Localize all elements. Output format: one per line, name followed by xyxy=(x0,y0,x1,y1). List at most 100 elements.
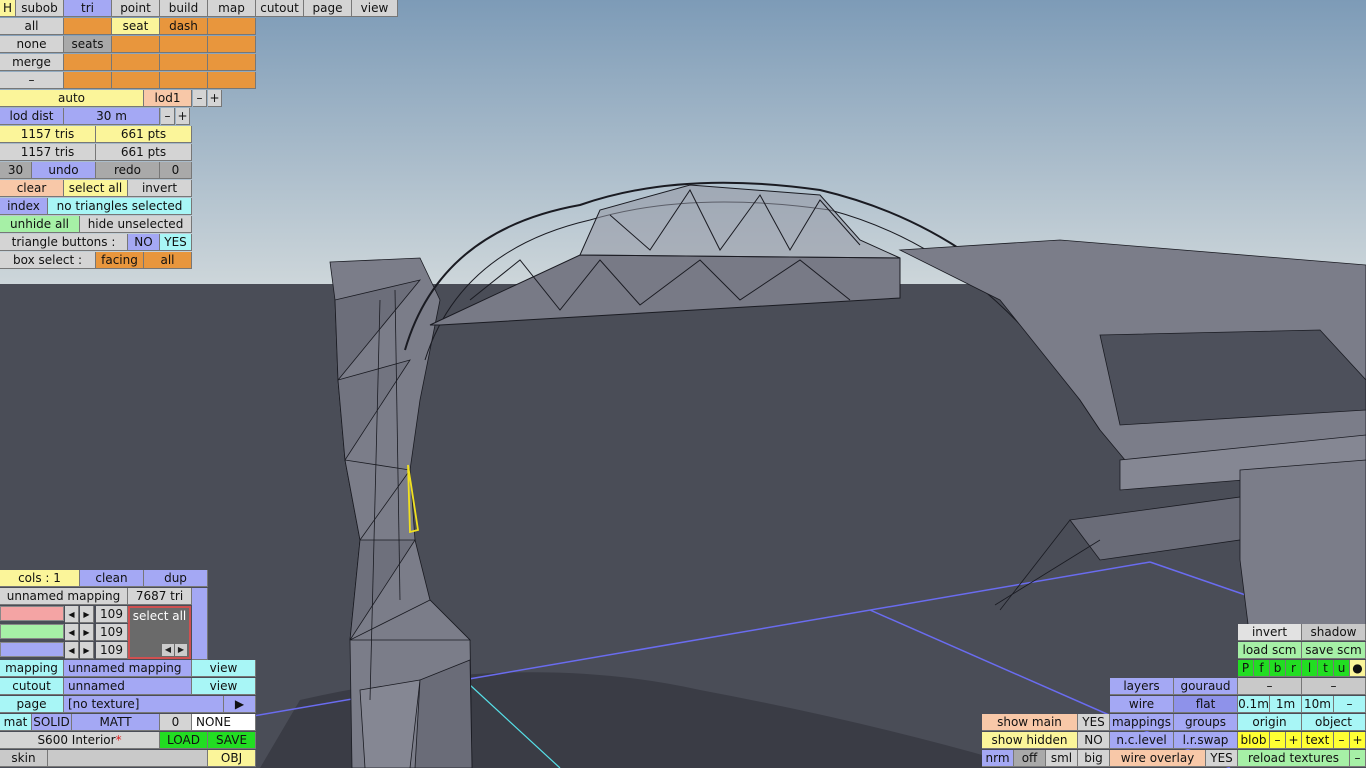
group-dash-button[interactable]: dash xyxy=(160,18,208,35)
view-right-button[interactable]: r xyxy=(1286,660,1302,677)
group-slot[interactable] xyxy=(208,36,256,53)
mapping-name[interactable]: unnamed mapping xyxy=(0,588,128,605)
wire-overlay-toggle[interactable]: YES xyxy=(1206,750,1238,767)
nc-level-button[interactable]: n.c.level xyxy=(1110,732,1174,749)
dash-button-2[interactable]: – xyxy=(1302,678,1366,695)
obj-button[interactable]: OBJ xyxy=(208,750,256,767)
text-minus-button[interactable]: – xyxy=(1334,732,1350,749)
grid-0-1m-button[interactable]: 0.1m xyxy=(1238,696,1270,713)
mappings-button[interactable]: mappings xyxy=(1110,714,1174,731)
cutout-view-button[interactable]: view xyxy=(192,678,256,695)
mat-name[interactable]: NONE xyxy=(192,714,256,731)
blob-button[interactable]: blob xyxy=(1238,732,1270,749)
view-perspective-button[interactable]: P xyxy=(1238,660,1254,677)
group-seats-button[interactable]: seats xyxy=(64,36,112,53)
blob-minus-button[interactable]: – xyxy=(1270,732,1286,749)
group-slot[interactable] xyxy=(112,72,160,89)
select-none-button[interactable]: none xyxy=(0,36,64,53)
grid-minus-button[interactable]: – xyxy=(1334,696,1366,713)
view-back-button[interactable]: b xyxy=(1270,660,1286,677)
red-left-arrow[interactable]: ◀ xyxy=(65,606,79,623)
show-main-label[interactable]: show main xyxy=(982,714,1078,731)
tab-map[interactable]: map xyxy=(208,0,256,17)
save-button[interactable]: SAVE xyxy=(208,732,256,749)
red-right-arrow[interactable]: ▶ xyxy=(80,606,94,623)
clear-selection-button[interactable]: clear xyxy=(0,180,64,197)
page-next-button[interactable]: ▶ xyxy=(224,696,256,713)
group-slot[interactable] xyxy=(64,54,112,71)
swatch-select-all-label[interactable]: select all xyxy=(130,608,189,623)
view-left-button[interactable]: l xyxy=(1302,660,1318,677)
view-front-button[interactable]: f xyxy=(1254,660,1270,677)
triangle-buttons-no[interactable]: NO xyxy=(128,234,160,251)
merge-button[interactable]: merge xyxy=(0,54,64,71)
shadow-button[interactable]: shadow xyxy=(1302,624,1366,641)
grid-10m-button[interactable]: 10m xyxy=(1302,696,1334,713)
flat-button[interactable]: flat xyxy=(1174,696,1238,713)
cols-button[interactable]: cols : 1 xyxy=(0,570,80,587)
mapping-select[interactable]: unnamed mapping xyxy=(64,660,192,677)
lod-plus-button[interactable]: + xyxy=(208,90,222,107)
load-scm-button[interactable]: load scm xyxy=(1238,642,1302,659)
tab-point[interactable]: point xyxy=(112,0,160,17)
blue-slider[interactable] xyxy=(0,642,64,657)
blob-plus-button[interactable]: + xyxy=(1286,732,1302,749)
blue-right-arrow[interactable]: ▶ xyxy=(80,642,94,659)
text-plus-button[interactable]: + xyxy=(1350,732,1366,749)
tab-page[interactable]: page xyxy=(304,0,352,17)
show-hidden-label[interactable]: show hidden xyxy=(982,732,1078,749)
green-slider[interactable] xyxy=(0,624,64,639)
remove-group-button[interactable]: – xyxy=(0,72,64,89)
redo-button[interactable]: redo xyxy=(96,162,160,179)
skin-field[interactable] xyxy=(48,750,208,767)
reload-textures-button[interactable]: reload textures xyxy=(1238,750,1350,767)
tab-view[interactable]: view xyxy=(352,0,398,17)
red-slider[interactable] xyxy=(0,606,64,621)
lod-dist-minus-button[interactable]: – xyxy=(161,108,175,125)
solid-button[interactable]: SOLID xyxy=(32,714,72,731)
group-slot[interactable] xyxy=(208,18,256,35)
help-button[interactable]: H xyxy=(0,0,16,17)
unhide-all-button[interactable]: unhide all xyxy=(0,216,80,233)
mapping-view-button[interactable]: view xyxy=(192,660,256,677)
group-slot[interactable] xyxy=(64,72,112,89)
lod-minus-button[interactable]: – xyxy=(193,90,207,107)
tab-cutout[interactable]: cutout xyxy=(256,0,304,17)
undo-button[interactable]: undo xyxy=(32,162,96,179)
save-scm-button[interactable]: save scm xyxy=(1302,642,1366,659)
box-select-all[interactable]: all xyxy=(144,252,192,269)
matt-button[interactable]: MATT xyxy=(72,714,160,731)
invert-selection-button[interactable]: invert xyxy=(128,180,192,197)
dash-button-1[interactable]: – xyxy=(1238,678,1302,695)
group-slot[interactable] xyxy=(208,54,256,71)
color-swatch[interactable]: select all ◀ ▶ xyxy=(128,606,191,659)
box-select-facing[interactable]: facing xyxy=(96,252,144,269)
wire-overlay-label[interactable]: wire overlay xyxy=(1110,750,1206,767)
blue-left-arrow[interactable]: ◀ xyxy=(65,642,79,659)
grid-1m-button[interactable]: 1m xyxy=(1270,696,1302,713)
tab-build[interactable]: build xyxy=(160,0,208,17)
groups-button[interactable]: groups xyxy=(1174,714,1238,731)
tab-subob[interactable]: subob xyxy=(16,0,64,17)
tab-tri[interactable]: tri xyxy=(64,0,112,17)
gouraud-button[interactable]: gouraud xyxy=(1174,678,1238,695)
green-right-arrow[interactable]: ▶ xyxy=(80,624,94,641)
group-slot[interactable] xyxy=(160,36,208,53)
lod-dist-plus-button[interactable]: + xyxy=(176,108,190,125)
reload-minus-button[interactable]: – xyxy=(1350,750,1366,767)
view-top-button[interactable]: t xyxy=(1318,660,1334,677)
page-select[interactable]: [no texture] xyxy=(64,696,224,713)
dup-button[interactable]: dup xyxy=(144,570,208,587)
view-dot-button[interactable]: ● xyxy=(1350,660,1366,677)
group-slot[interactable] xyxy=(160,72,208,89)
select-all-groups-button[interactable]: all xyxy=(0,18,64,35)
group-seat-button[interactable]: seat xyxy=(112,18,160,35)
index-button[interactable]: index xyxy=(0,198,48,215)
swatch-prev-arrow[interactable]: ◀ xyxy=(162,644,174,656)
group-slot[interactable] xyxy=(112,54,160,71)
invert-view-button[interactable]: invert xyxy=(1238,624,1302,641)
select-all-button[interactable]: select all xyxy=(64,180,128,197)
skin-button[interactable]: skin xyxy=(0,750,48,767)
mapping-scrollbar[interactable] xyxy=(192,588,208,660)
hide-unselected-button[interactable]: hide unselected xyxy=(80,216,192,233)
